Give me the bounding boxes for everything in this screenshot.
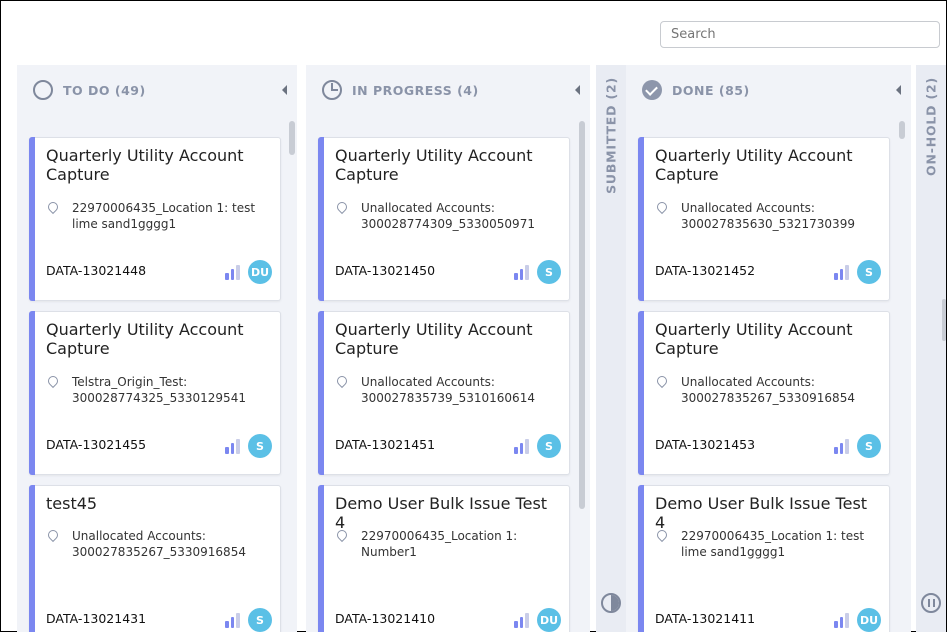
column-todo: TO DO (49) Quarterly Utility Account Cap… <box>17 65 297 632</box>
location-pin-icon <box>654 199 670 215</box>
location-pin-icon <box>654 527 670 543</box>
task-card[interactable]: Quarterly Utility Account Capture Telstr… <box>29 311 281 475</box>
avatar[interactable]: DU <box>537 608 561 632</box>
card-location: Unallocated Accounts: 300027835630_53217… <box>654 199 883 232</box>
card-location: 22970006435_Location 1: test lime sand1g… <box>45 199 274 232</box>
card-location: Unallocated Accounts: 300028774309_53300… <box>334 199 563 232</box>
card-title: Demo User Bulk Issue Test 4 <box>655 494 868 532</box>
card-title: Quarterly Utility Account Capture <box>46 146 244 184</box>
circle-icon <box>33 80 53 100</box>
card-id: DATA-13021448 <box>46 263 147 278</box>
avatar[interactable]: S <box>248 608 272 632</box>
card-id: DATA-13021453 <box>655 437 756 452</box>
column-on-hold-collapsed[interactable]: ON-HOLD (2) <box>916 65 946 632</box>
column-header-in-progress[interactable]: IN PROGRESS (4) <box>306 65 590 115</box>
priority-bars-icon <box>834 264 849 280</box>
card-location-text: 22970006435_Location 1: Number1 <box>361 529 518 559</box>
column-scrollbar[interactable] <box>899 121 905 139</box>
location-pin-icon <box>654 373 670 389</box>
column-scrollbar[interactable] <box>289 121 295 155</box>
avatar[interactable]: S <box>537 260 561 284</box>
card-id: DATA-13021411 <box>655 611 756 626</box>
priority-bars-icon <box>225 612 240 628</box>
card-title: test45 <box>46 494 98 513</box>
card-title: Quarterly Utility Account Capture <box>46 320 244 358</box>
card-location: Unallocated Accounts: 300027835267_53309… <box>45 527 274 560</box>
card-location: 22970006435_Location 1: test lime sand1g… <box>654 527 883 560</box>
task-card[interactable]: Demo User Bulk Issue Test 4 22970006435_… <box>318 485 570 632</box>
avatar[interactable]: DU <box>857 608 881 632</box>
column-submitted-collapsed[interactable]: SUBMITTED (2) <box>596 65 626 632</box>
card-title: Quarterly Utility Account Capture <box>655 146 853 184</box>
check-circle-icon <box>642 80 662 100</box>
card-location-text: 22970006435_Location 1: test lime sand1g… <box>681 529 865 559</box>
column-header-done[interactable]: DONE (85) <box>626 65 911 115</box>
progress-icon <box>322 80 342 100</box>
priority-bars-icon <box>514 264 529 280</box>
task-card[interactable]: test45 Unallocated Accounts: 30002783526… <box>29 485 281 632</box>
column-title: ON-HOLD (2) <box>923 77 939 176</box>
card-location-text: 22970006435_Location 1: test lime sand1g… <box>72 201 256 231</box>
task-card[interactable]: Quarterly Utility Account Capture Unallo… <box>638 311 890 475</box>
priority-bars-icon <box>514 438 529 454</box>
card-id: DATA-13021410 <box>335 611 436 626</box>
column-title: SUBMITTED (2) <box>603 77 619 194</box>
priority-bars-icon <box>225 264 240 280</box>
priority-bars-icon <box>514 612 529 628</box>
card-id: DATA-13021450 <box>335 263 436 278</box>
pause-circle-icon <box>921 593 941 613</box>
location-pin-icon <box>334 199 350 215</box>
collapse-left-icon[interactable] <box>282 85 287 95</box>
priority-bars-icon <box>834 438 849 454</box>
column-title: IN PROGRESS (4) <box>352 82 479 98</box>
priority-bars-icon <box>225 438 240 454</box>
card-title: Demo User Bulk Issue Test 4 <box>335 494 548 532</box>
location-pin-icon <box>334 373 350 389</box>
page-scrollbar[interactable] <box>942 299 946 341</box>
column-title: TO DO (49) <box>63 82 146 98</box>
card-location-text: Telstra_Origin_Test: 300028774325_533012… <box>72 375 246 405</box>
collapse-left-icon[interactable] <box>575 85 580 95</box>
column-title: DONE (85) <box>672 82 750 98</box>
card-location-text: Unallocated Accounts: 300027835267_53309… <box>681 375 855 405</box>
location-pin-icon <box>334 527 350 543</box>
card-id: DATA-13021455 <box>46 437 147 452</box>
card-id: DATA-13021452 <box>655 263 756 278</box>
card-location: Telstra_Origin_Test: 300028774325_533012… <box>45 373 274 406</box>
avatar[interactable]: S <box>537 434 561 458</box>
avatar[interactable]: S <box>857 260 881 284</box>
location-pin-icon <box>45 527 61 543</box>
card-location: 22970006435_Location 1: Number1 <box>334 527 563 560</box>
card-id: DATA-13021431 <box>46 611 147 626</box>
card-location-text: Unallocated Accounts: 300027835630_53217… <box>681 201 855 231</box>
card-id: DATA-13021451 <box>335 437 436 452</box>
card-title: Quarterly Utility Account Capture <box>655 320 853 358</box>
task-card[interactable]: Quarterly Utility Account Capture Unallo… <box>318 311 570 475</box>
avatar[interactable]: DU <box>248 260 272 284</box>
card-location-text: Unallocated Accounts: 300027835267_53309… <box>72 529 246 559</box>
search-input[interactable] <box>660 21 940 48</box>
column-done: DONE (85) Quarterly Utility Account Capt… <box>626 65 911 632</box>
avatar[interactable]: S <box>248 434 272 458</box>
location-pin-icon <box>45 199 61 215</box>
priority-bars-icon <box>834 612 849 628</box>
task-card[interactable]: Quarterly Utility Account Capture Unallo… <box>318 137 570 301</box>
collapse-left-icon[interactable] <box>896 85 901 95</box>
card-location-text: Unallocated Accounts: 300028774309_53300… <box>361 201 535 231</box>
card-location-text: Unallocated Accounts: 300027835739_53101… <box>361 375 535 405</box>
card-location: Unallocated Accounts: 300027835739_53101… <box>334 373 563 406</box>
location-pin-icon <box>45 373 61 389</box>
avatar[interactable]: S <box>857 434 881 458</box>
task-card[interactable]: Quarterly Utility Account Capture Unallo… <box>638 137 890 301</box>
card-title: Quarterly Utility Account Capture <box>335 146 533 184</box>
column-scrollbar[interactable] <box>579 121 585 509</box>
column-header-todo[interactable]: TO DO (49) <box>17 65 297 115</box>
card-location: Unallocated Accounts: 300027835267_53309… <box>654 373 883 406</box>
card-title: Quarterly Utility Account Capture <box>335 320 533 358</box>
half-circle-icon <box>601 593 621 613</box>
task-card[interactable]: Quarterly Utility Account Capture 229700… <box>29 137 281 301</box>
column-in-progress: IN PROGRESS (4) Quarterly Utility Accoun… <box>306 65 590 632</box>
task-card[interactable]: Demo User Bulk Issue Test 4 22970006435_… <box>638 485 890 632</box>
